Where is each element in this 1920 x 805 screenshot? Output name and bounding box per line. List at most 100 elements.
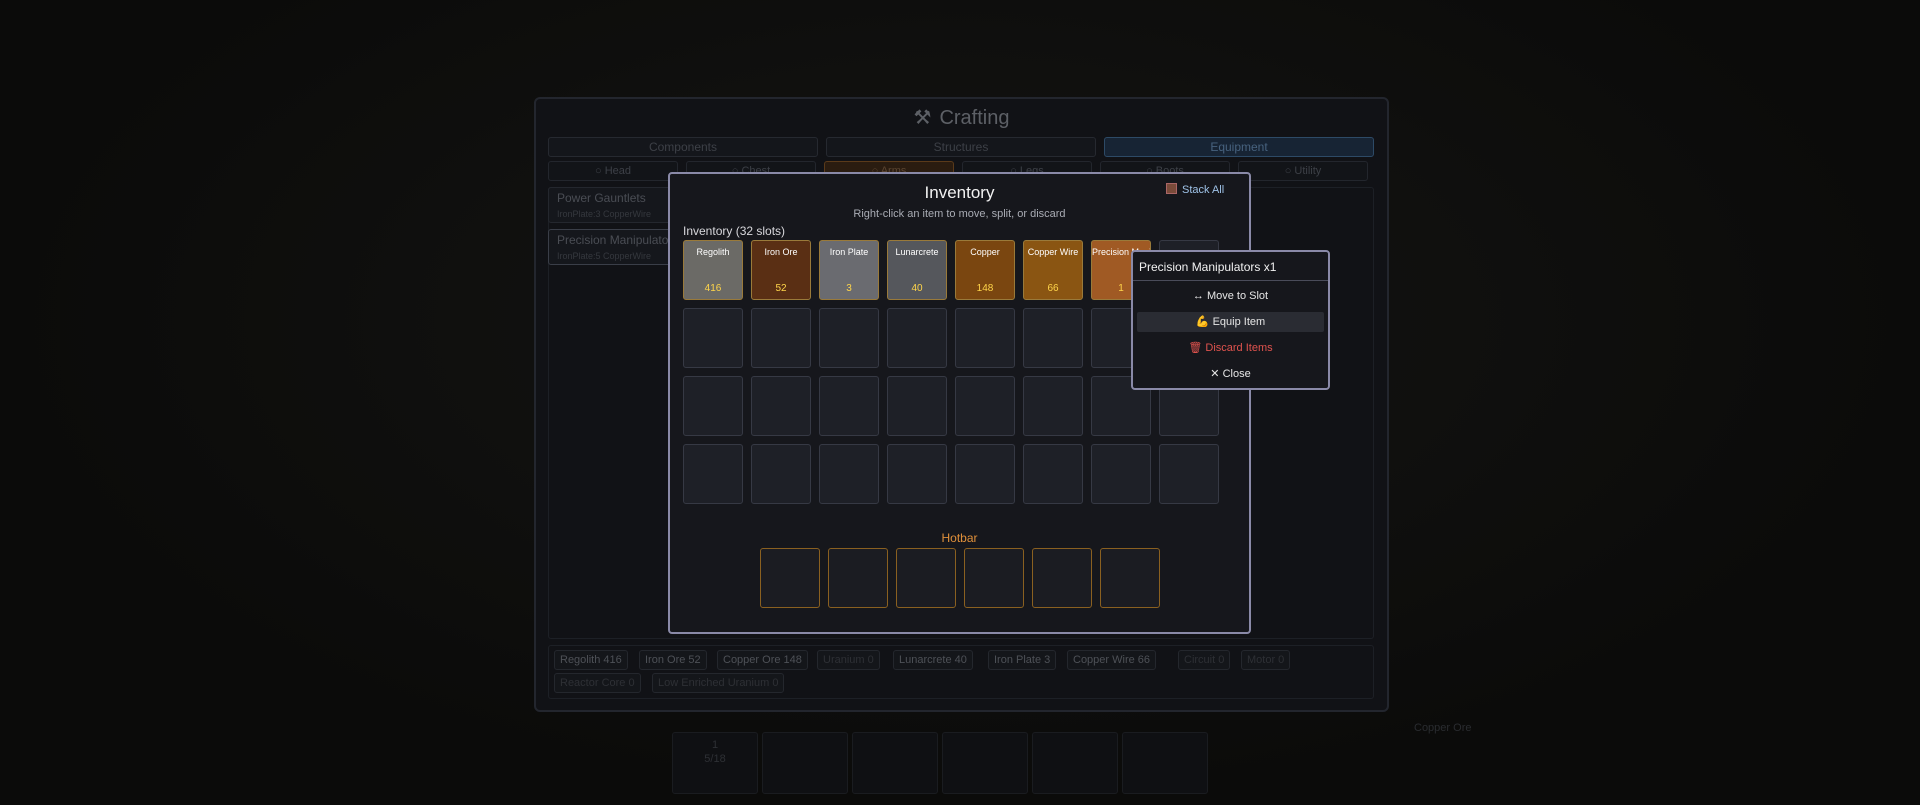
discard-items-label: Discard Items: [1205, 342, 1273, 354]
item-name: Lunarcrete: [895, 247, 939, 257]
item-count: 3: [846, 283, 852, 294]
inventory-slot[interactable]: Regolith 416: [683, 240, 743, 300]
item-count: 416: [704, 283, 722, 294]
inventory-title: Inventory: [924, 183, 995, 202]
resource-chip: Motor 0: [1241, 650, 1291, 670]
discard-items-button[interactable]: 🗑 Discard Items: [1137, 338, 1324, 358]
resource-chip: Circuit 0: [1178, 650, 1231, 670]
hotbar-slot-6[interactable]: [1100, 548, 1160, 608]
close-button[interactable]: ✕ Close: [1137, 364, 1324, 384]
inventory-slot[interactable]: [751, 444, 811, 504]
crafting-title: ⚒ Crafting: [536, 105, 1387, 130]
item-context-menu: Precision Manipulators x1 ↔ Move to Slot…: [1131, 250, 1330, 390]
hotbar-slot-1[interactable]: [760, 548, 820, 608]
item-name: Regolith: [696, 247, 730, 257]
inventory-slot[interactable]: [683, 444, 743, 504]
background-hotbar-slot: 1 5/18: [672, 732, 758, 794]
resource-chip: Copper Wire 66: [1067, 650, 1157, 670]
hotbar-slot-3[interactable]: [896, 548, 956, 608]
background-hotbar-slot: [942, 732, 1028, 794]
context-menu-title: Precision Manipulators x1: [1139, 260, 1277, 274]
subtab-utility[interactable]: ○ Utility: [1238, 161, 1368, 181]
equip-item-button[interactable]: 💪 Equip Item: [1137, 312, 1324, 332]
arm-icon: 💪: [1195, 316, 1210, 328]
tab-structures[interactable]: Structures: [826, 137, 1096, 157]
resource-chip: Lunarcrete 40: [893, 650, 973, 670]
inventory-slot[interactable]: Copper Wire 66: [1023, 240, 1083, 300]
resource-chip: Iron Plate 3: [988, 650, 1057, 670]
tab-components[interactable]: Components: [548, 137, 818, 157]
hammer-icon: ⚒: [913, 107, 932, 129]
background-selected-item-label: Copper Ore: [1414, 722, 1472, 734]
hotbar-slot-4[interactable]: [964, 548, 1024, 608]
background-hotbar-sub: 5/18: [704, 753, 726, 765]
resource-chip: Reactor Core 0: [554, 673, 641, 693]
item-count: 52: [775, 283, 787, 294]
item-count: 66: [1047, 283, 1059, 294]
resource-chip: Copper Ore 148: [717, 650, 808, 670]
background-hotbar-slot: [1032, 732, 1118, 794]
resource-bar: Regolith 416 Iron Ore 52 Copper Ore 148 …: [548, 645, 1374, 699]
inventory-slot[interactable]: [683, 376, 743, 436]
resource-chip: Iron Ore 52: [639, 650, 707, 670]
recipe-name: Power Gauntlets: [557, 191, 646, 205]
subtab-head-label: Head: [604, 165, 631, 177]
tab-equipment[interactable]: Equipment: [1104, 137, 1374, 157]
recipe-power-gauntlets[interactable]: Power Gauntlets IronPlate:3 CopperWire: [548, 187, 676, 223]
resource-chip: Regolith 416: [554, 650, 628, 670]
move-to-slot-button[interactable]: ↔ Move to Slot: [1137, 286, 1324, 306]
inventory-slot[interactable]: [1023, 308, 1083, 368]
inventory-slot[interactable]: [819, 308, 879, 368]
trash-icon: 🗑: [1188, 342, 1203, 354]
inventory-slot[interactable]: Iron Ore 52: [751, 240, 811, 300]
hotbar-slot-5[interactable]: [1032, 548, 1092, 608]
resource-chip: Low Enriched Uranium 0: [652, 673, 785, 693]
crafting-title-text: Crafting: [939, 107, 1010, 129]
inventory-slot[interactable]: [887, 444, 947, 504]
background-hotbar-slot: [852, 732, 938, 794]
recipe-precision-manipulators[interactable]: Precision Manipulators IronPlate:5 Coppe…: [548, 229, 679, 265]
recipe-name: Precision Manipulators: [557, 233, 679, 247]
resource-chip: Uranium 0: [817, 650, 880, 670]
item-name: Copper: [970, 247, 1000, 257]
divider: [1133, 280, 1328, 281]
inventory-slot[interactable]: [1091, 444, 1151, 504]
inventory-slot[interactable]: Lunarcrete 40: [887, 240, 947, 300]
item-count: 148: [976, 283, 994, 294]
inventory-slot[interactable]: [819, 444, 879, 504]
subtab-head[interactable]: ○ Head: [548, 161, 678, 181]
subtab-utility-label: Utility: [1294, 165, 1322, 177]
inventory-subtitle: Right-click an item to move, split, or d…: [853, 208, 1066, 220]
item-name: Iron Ore: [764, 247, 798, 257]
inventory-slot[interactable]: [1023, 444, 1083, 504]
inventory-slot[interactable]: [887, 308, 947, 368]
inventory-slot[interactable]: [1159, 444, 1219, 504]
hotbar-label: Hotbar: [941, 531, 978, 545]
inventory-slot-count: Inventory (32 slots): [683, 224, 786, 238]
recipe-requirements: IronPlate:5 CopperWire: [557, 251, 652, 261]
equip-item-label: Equip Item: [1212, 316, 1266, 328]
item-name: Iron Plate: [829, 247, 869, 257]
inventory-slot[interactable]: [955, 376, 1015, 436]
item-count: 40: [911, 283, 923, 294]
inventory-slot[interactable]: [751, 376, 811, 436]
inventory-slot[interactable]: Iron Plate 3: [819, 240, 879, 300]
inventory-slot[interactable]: [887, 376, 947, 436]
inventory-slot[interactable]: [683, 308, 743, 368]
inventory-slot[interactable]: [751, 308, 811, 368]
inventory-slot[interactable]: [955, 308, 1015, 368]
background-hotbar-slot: [762, 732, 848, 794]
inventory-slot[interactable]: Copper 148: [955, 240, 1015, 300]
inventory-slot[interactable]: [1023, 376, 1083, 436]
inventory-slot[interactable]: [955, 444, 1015, 504]
hotbar-slot-2[interactable]: [828, 548, 888, 608]
background-hotbar-slot: [1122, 732, 1208, 794]
item-name: Copper Wire: [1027, 247, 1079, 257]
stack-all-button[interactable]: Stack All: [1166, 183, 1224, 196]
inventory-modal: Inventory Right-click an item to move, s…: [668, 172, 1251, 634]
stack-all-label: Stack All: [1182, 184, 1225, 196]
inventory-slot[interactable]: [819, 376, 879, 436]
recipe-requirements: IronPlate:3 CopperWire: [557, 209, 652, 219]
stack-icon: [1166, 183, 1177, 194]
background-hotbar-count: 1: [711, 739, 719, 751]
